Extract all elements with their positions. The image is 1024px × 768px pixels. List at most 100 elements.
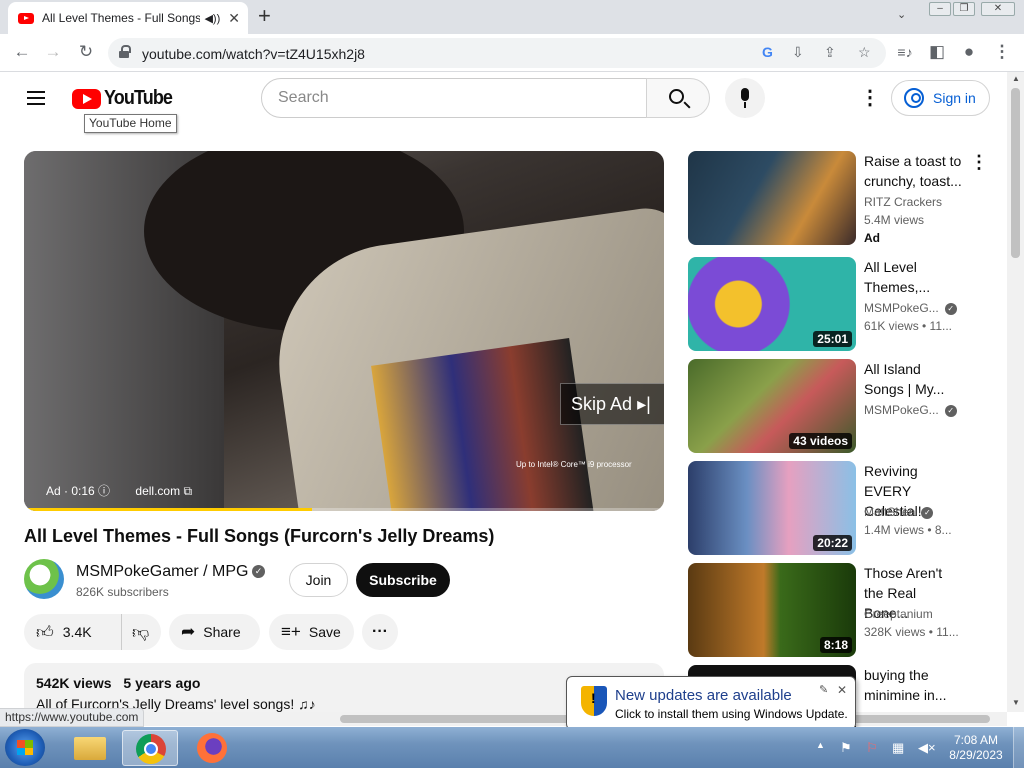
recommendation-thumbnail[interactable]: 8:18 <box>688 563 856 657</box>
windows-update-tray-icon[interactable]: ⚑ <box>840 740 852 756</box>
url-text: youtube.com/watch?v=tZ4U15xh2j8 <box>142 46 365 62</box>
channel-avatar[interactable] <box>24 559 64 599</box>
sign-in-label: Sign in <box>933 90 976 106</box>
clock-time: 7:08 AM <box>953 733 999 747</box>
channel-name[interactable]: MSMPokeGamer / MPG <box>76 563 248 581</box>
ad-domain-link[interactable]: dell.com <box>135 484 180 498</box>
dislike-button[interactable]: 👎︎ <box>132 622 149 643</box>
install-app-icon[interactable]: ⇩ <box>792 44 804 61</box>
verified-check-icon: ✓ <box>921 506 934 519</box>
notification-close-icon[interactable]: ✕ <box>837 683 847 697</box>
info-icon[interactable]: ⓘ <box>98 484 110 498</box>
share-button[interactable]: ➦ Share <box>169 614 260 650</box>
sign-in-button[interactable]: Sign in <box>891 80 990 116</box>
tab-close-icon[interactable]: ✕ <box>228 10 240 27</box>
windows-update-shield-icon <box>581 686 607 716</box>
external-link-icon: ⧉ <box>183 484 193 498</box>
skip-ad-button[interactable]: Skip Ad ▸| <box>560 383 664 425</box>
settings-menu-icon[interactable]: ⋮ <box>860 88 880 108</box>
recommendation-thumbnail[interactable]: 25:01 <box>688 257 856 351</box>
recommendation-item[interactable]: 43 videos All Island Songs | My... MSMPoke… <box>688 359 988 455</box>
join-button[interactable]: Join <box>289 563 348 597</box>
bookmark-star-icon[interactable]: ☆ <box>858 44 871 61</box>
playlist-add-icon: ≡+ <box>281 622 301 641</box>
recommendation-title[interactable]: All Level Themes,... <box>864 257 964 297</box>
recommendation-thumbnail[interactable]: 20:22 <box>688 461 856 555</box>
new-tab-icon[interactable]: + <box>258 5 271 27</box>
recommendation-channel[interactable]: RITZ Crackers <box>864 195 942 209</box>
google-lens-icon[interactable]: G <box>762 44 773 60</box>
close-window-button[interactable]: ✕ <box>981 2 1015 16</box>
recommendation-item[interactable]: Raise a toast to crunchy, toast... RITZ C… <box>688 151 988 247</box>
recommendation-meta: 5.4M views <box>864 213 925 227</box>
show-hidden-icons-arrow-icon[interactable]: ▲ <box>816 740 825 750</box>
youtube-wordmark: YouTube <box>104 87 173 109</box>
ad-info-bar: Ad · 0:16 ⓘ dell.com ⧉ <box>46 482 192 499</box>
recommendation-title[interactable]: buying the minimine in... <box>864 665 964 705</box>
hamburger-menu-icon[interactable] <box>27 91 45 105</box>
taskbar-chrome[interactable] <box>122 730 178 766</box>
verified-check-icon: ✓ <box>944 404 957 417</box>
vertical-scroll-thumb[interactable] <box>1011 88 1020 258</box>
save-button[interactable]: ≡+ Save <box>269 614 354 650</box>
search-input[interactable]: Search <box>261 78 647 118</box>
system-clock[interactable]: 7:08 AM 8/29/2023 <box>943 733 1009 763</box>
volume-muted-icon[interactable]: ◀× <box>918 740 936 756</box>
browser-menu-icon[interactable]: ⋮ <box>991 42 1013 62</box>
video-stats: 542K views 5 years ago <box>36 675 652 691</box>
maximize-button[interactable]: ❐ <box>953 2 975 16</box>
subscribe-button[interactable]: Subscribe <box>356 563 450 597</box>
voice-search-button[interactable] <box>725 78 765 118</box>
youtube-logo[interactable]: YouTube <box>72 87 180 110</box>
network-icon[interactable]: ▦ <box>892 740 904 756</box>
recommendation-channel[interactable]: Creeptanium <box>864 607 933 621</box>
speaker-icon[interactable]: ◀)) <box>204 12 220 25</box>
like-button[interactable]: 👍︎ 3.4K <box>24 614 122 650</box>
recommendation-channel[interactable]: MattShea ✓ <box>864 505 934 519</box>
show-desktop-button[interactable] <box>1013 727 1024 768</box>
recommendation-channel[interactable]: MSMPokeG... ✓ <box>864 403 957 417</box>
share-arrow-icon: ➦ <box>181 622 196 641</box>
forward-arrow-icon[interactable]: → <box>42 42 64 62</box>
ad-progress-bar[interactable] <box>24 508 664 511</box>
update-notification[interactable]: New updates are available Click to insta… <box>566 676 856 730</box>
recommendation-channel-name: MSMPokeG... <box>864 301 939 315</box>
scroll-down-arrow-icon[interactable]: ▼ <box>1012 698 1020 707</box>
share-page-icon[interactable]: ⇪ <box>824 44 836 61</box>
browser-tab[interactable]: All Level Themes - Full Songs ◀)) ✕ <box>8 2 248 34</box>
video-player[interactable]: Skip Ad ▸| Up to Intel® Core™ i9 process… <box>24 151 664 511</box>
recommendation-channel-name: MSMPokeG... <box>864 403 939 417</box>
pin-icon[interactable]: ✎ <box>819 683 828 696</box>
recommendation-item[interactable]: 20:22 Reviving EVERY Celestial!... MattShe… <box>688 461 988 557</box>
windows-taskbar: ▲ ⚑ ⚐ ▦ ◀× 7:08 AM 8/29/2023 <box>0 727 1024 768</box>
media-controls-icon[interactable]: ≡♪ <box>894 42 916 62</box>
minimize-button[interactable]: – <box>929 2 951 16</box>
start-button[interactable] <box>5 729 45 766</box>
notification-body: Click to install them using Windows Upda… <box>615 707 848 721</box>
recommendation-title[interactable]: All Island Songs | My... <box>864 359 964 399</box>
taskbar-firefox[interactable] <box>184 730 240 766</box>
recommendation-channel[interactable]: MSMPokeG... ✓ <box>864 301 957 315</box>
firefox-icon <box>197 733 227 763</box>
recommendation-title[interactable]: Raise a toast to crunchy, toast... <box>864 151 964 191</box>
side-panel-icon[interactable]: ◧ <box>926 42 948 62</box>
address-bar[interactable]: youtube.com/watch?v=tZ4U15xh2j8 G ⇩ ⇪ ☆ <box>108 38 886 68</box>
recommendation-thumbnail[interactable] <box>688 151 856 245</box>
taskbar-explorer[interactable] <box>62 730 118 766</box>
recommendation-item[interactable]: 8:18 Those Aren't the Real Bone... Creepta… <box>688 563 988 659</box>
recommendation-thumbnail[interactable]: 43 videos <box>688 359 856 453</box>
view-count: 542K views <box>36 675 112 691</box>
back-arrow-icon[interactable]: ← <box>11 42 33 62</box>
tab-search-chevron-icon[interactable]: ⌄ <box>897 8 906 21</box>
action-center-icon[interactable]: ⚐ <box>866 740 878 756</box>
search-button[interactable] <box>646 78 710 118</box>
recommendation-item[interactable]: 25:01 All Level Themes,... MSMPokeG... ✓ 61K… <box>688 257 988 353</box>
reload-icon[interactable]: ↻ <box>75 42 97 62</box>
item-menu-icon[interactable]: ⋮ <box>970 151 988 173</box>
vertical-scrollbar[interactable]: ▲ ▼ <box>1007 72 1024 712</box>
scroll-up-arrow-icon[interactable]: ▲ <box>1012 74 1020 83</box>
profile-icon[interactable]: ● <box>958 42 980 62</box>
more-actions-button[interactable]: ··· <box>362 614 398 650</box>
lock-icon[interactable] <box>118 45 131 59</box>
skip-next-icon: ▸| <box>637 394 651 414</box>
